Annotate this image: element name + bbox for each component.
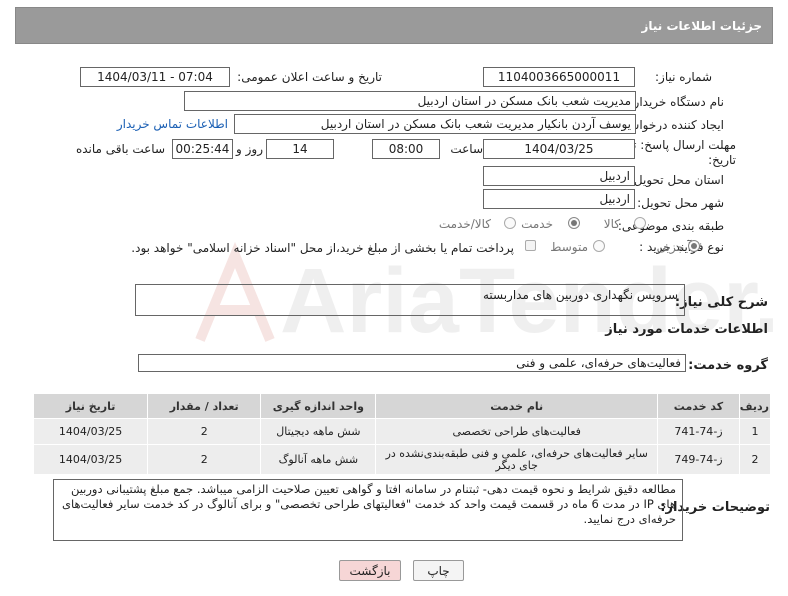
buyer-contact-link[interactable]: اطلاعات تماس خریدار [117, 117, 228, 131]
days-label: روز و [236, 142, 263, 156]
col-header-quantity: تعداد / مقدار [147, 393, 262, 419]
process-option-medium: متوسط [550, 240, 588, 254]
announce-datetime-label: تاریخ و ساعت اعلان عمومی: [237, 70, 382, 84]
category-radio-goods-service[interactable] [504, 217, 516, 229]
col-header-unit: واحد اندازه گیری [260, 393, 377, 419]
col-header-service-name: نام خدمت [375, 393, 658, 419]
need-number-label: شماره نیاز: [655, 70, 712, 84]
cell-service-name: سایر فعالیت‌های حرفه‌ای، علمی و فنی طبقه… [375, 444, 658, 475]
buyer-notes-textarea[interactable]: مطالعه دقیق شرایط و نحوه قیمت دهی- ثبتنا… [53, 479, 683, 541]
summary-textarea[interactable]: سرویس نگهداری دوربین های مداربسته [135, 284, 685, 316]
category-radio-service[interactable] [568, 217, 580, 229]
services-section-title: اطلاعات خدمات مورد نیاز [605, 322, 768, 337]
remaining-time-field[interactable]: 00:25:44 [172, 139, 233, 159]
table-row[interactable]: 1 ز-74-741 فعالیت‌های طراحی تخصصی شش ماه… [32, 418, 772, 445]
need-number-field[interactable]: 1104003665000011 [483, 67, 635, 87]
province-field[interactable]: اردبیل [483, 166, 635, 186]
service-group-label: گروه خدمت: [688, 358, 768, 373]
cell-row-number: 1 [738, 418, 772, 445]
page-title: جزئیات اطلاعات نیاز [641, 19, 762, 33]
cell-need-date: 1404/03/25 [32, 444, 149, 475]
cell-quantity: 2 [147, 418, 262, 445]
process-radio-medium[interactable] [593, 240, 605, 252]
deadline-label-date: تاریخ: [708, 153, 736, 167]
category-radio-goods[interactable] [634, 217, 646, 229]
summary-text: سرویس نگهداری دوربین های مداربسته [482, 288, 678, 302]
col-header-need-date: تاریخ نیاز [32, 393, 149, 419]
province-label: استان محل تحویل: [629, 173, 724, 187]
category-option-service: خدمت [521, 217, 553, 231]
cell-unit: شش ماهه دیجیتال [260, 418, 377, 445]
deadline-date-field[interactable]: 1404/03/25 [483, 139, 635, 159]
announce-datetime-field[interactable]: 1404/03/11 - 07:04 [80, 67, 230, 87]
buyer-notes-text: مطالعه دقیق شرایط و نحوه قیمت دهی- ثبتنا… [61, 482, 676, 526]
cell-service-name: فعالیت‌های طراحی تخصصی [375, 418, 658, 445]
cell-need-date: 1404/03/25 [32, 418, 149, 445]
table-header-row: ردیف کد خدمت نام خدمت واحد اندازه گیری ت… [32, 393, 772, 419]
back-button[interactable]: بازگشت [339, 560, 401, 581]
cell-unit: شش ماهه آنالوگ [260, 444, 377, 475]
buyer-org-field[interactable]: مدیریت شعب بانک مسکن در استان اردبیل [184, 91, 636, 111]
buyer-org-label: نام دستگاه خریدار: [629, 95, 725, 109]
print-button[interactable]: چاپ [413, 560, 464, 581]
summary-label: شرح کلی نیاز: [674, 295, 768, 310]
cell-service-code: ز-74-749 [656, 444, 740, 475]
category-option-goods-service: کالا/خدمت [438, 217, 491, 231]
cell-service-code: ز-74-741 [656, 418, 740, 445]
city-label: شهر محل تحویل: [637, 196, 724, 210]
cell-quantity: 2 [147, 444, 262, 475]
process-option-minor: جزیی [656, 240, 684, 254]
cell-row-number: 2 [738, 444, 772, 475]
deadline-time-field[interactable]: 08:00 [372, 139, 440, 159]
category-option-goods: کالا [603, 217, 620, 231]
deadline-time-label: ساعت [450, 142, 483, 156]
payment-treasury-checkbox[interactable] [525, 240, 536, 251]
remaining-days-field[interactable]: 14 [266, 139, 334, 159]
process-radio-minor[interactable] [688, 240, 700, 252]
remaining-time-label: ساعت باقی مانده [75, 142, 165, 156]
payment-treasury-note: پرداخت تمام یا بخشی از مبلغ خرید،از محل … [131, 241, 514, 255]
city-field[interactable]: اردبیل [483, 189, 635, 209]
page-header: جزئیات اطلاعات نیاز [15, 7, 773, 44]
table-row[interactable]: 2 ز-74-749 سایر فعالیت‌های حرفه‌ای، علمی… [32, 444, 772, 475]
col-header-service-code: کد خدمت [656, 393, 740, 419]
service-group-field[interactable]: فعالیت‌های حرفه‌ای، علمی و فنی [138, 354, 686, 372]
services-table: ردیف کد خدمت نام خدمت واحد اندازه گیری ت… [32, 393, 772, 475]
col-header-row-number: ردیف [738, 393, 772, 419]
creator-field[interactable]: یوسف آردن بانکیار مدیریت شعب بانک مسکن د… [234, 114, 636, 134]
deadline-label: مهلت ارسال پاسخ: تا [629, 138, 736, 152]
